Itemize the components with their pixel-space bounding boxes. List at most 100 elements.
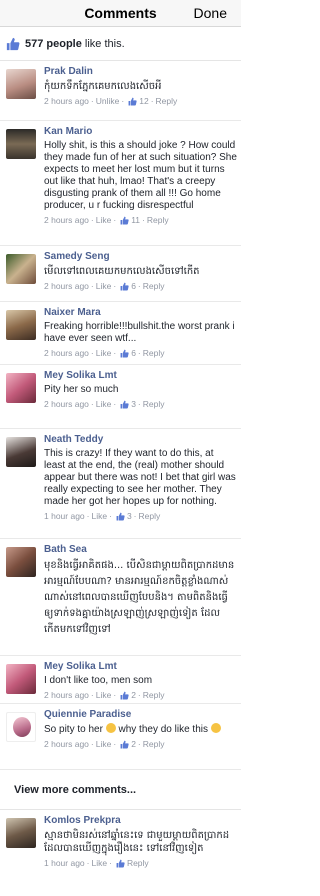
like-count-icon xyxy=(120,691,129,699)
like-count-icon xyxy=(120,349,129,357)
comment-text: Freaking horrible!!!bullshit.the worst p… xyxy=(44,321,235,344)
likes-count-text: 577 people like this. xyxy=(25,38,125,50)
comment-meta: 2 hours ago · Like · 2 · Reply xyxy=(44,739,165,749)
comment-item: Samedy Seng មើលទៅពេលគេយកមកលេងសើចទៅកើត 2 … xyxy=(0,246,241,302)
comment-text-part2: why they do like this xyxy=(118,724,208,735)
commenter-name[interactable]: Samedy Seng xyxy=(44,251,237,263)
comment-time: 2 hours ago xyxy=(44,348,89,358)
comment-time: 2 hours ago xyxy=(44,281,89,291)
comment-time: 1 hour ago xyxy=(44,511,85,521)
comment-time: 2 hours ago xyxy=(44,690,89,700)
comment-meta: 1 hour ago · Like · 3 · Reply xyxy=(44,511,161,521)
commenter-name[interactable]: Prak Dalin xyxy=(44,66,237,78)
reply-button[interactable]: Reply xyxy=(147,215,169,225)
like-count-icon xyxy=(128,97,137,105)
commenter-name[interactable]: Mey Solika Lmt xyxy=(44,370,237,382)
like-count: 12 xyxy=(139,96,149,106)
comment-text-part1: So pity to her xyxy=(44,724,103,735)
like-count: 2 xyxy=(131,739,136,749)
like-button[interactable]: Like xyxy=(96,690,112,700)
comment-item: Naixer Mara Freaking horrible!!!bullshit… xyxy=(0,302,241,365)
nav-bar: Comments Done xyxy=(0,0,241,27)
smile-emoji-icon xyxy=(105,723,116,733)
like-count-icon xyxy=(116,859,125,867)
commenter-name[interactable]: Komlos Prekpra xyxy=(44,815,237,827)
avatar[interactable] xyxy=(6,547,36,577)
like-button[interactable]: Like xyxy=(96,739,112,749)
commenter-name[interactable]: Naixer Mara xyxy=(44,307,237,319)
comment-item: Mey Solika Lmt Pity her so much 2 hours … xyxy=(0,365,241,429)
comment-text: មុខនិងធ្វើអាគិតផង... បើសិនជាម្តាយពិតប្រា… xyxy=(44,560,235,635)
like-button[interactable]: Like xyxy=(96,281,112,291)
comment-item: Neath Teddy This is crazy! If they want … xyxy=(0,429,241,539)
commenter-name[interactable]: Bath Sea xyxy=(44,544,237,556)
comment-text: Pity her so much xyxy=(44,384,119,395)
comment-item: Mey Solika Lmt I don't like too, men som… xyxy=(0,656,241,704)
comment-meta: 2 hours ago · Like · 11 · Reply xyxy=(44,215,169,225)
like-button[interactable]: Like xyxy=(92,511,108,521)
avatar[interactable] xyxy=(6,664,36,694)
worried-emoji-icon xyxy=(210,723,221,733)
avatar[interactable] xyxy=(6,254,36,284)
like-count-icon xyxy=(120,400,129,408)
done-button[interactable]: Done xyxy=(194,5,227,21)
like-button[interactable]: Like xyxy=(96,399,112,409)
like-count: 3 xyxy=(126,511,132,521)
reply-button[interactable]: Reply xyxy=(127,858,149,868)
comment-meta: 2 hours ago · Like · 3 · Reply xyxy=(44,399,165,409)
reply-button[interactable]: Reply xyxy=(143,399,165,409)
thumbs-up-icon xyxy=(6,37,20,50)
reply-button[interactable]: Reply xyxy=(143,739,165,749)
likes-count: 577 people xyxy=(25,37,82,50)
avatar[interactable] xyxy=(6,437,36,467)
like-count: 3 xyxy=(131,399,136,409)
like-button[interactable]: Like xyxy=(96,215,112,225)
comment-item: Bath Sea មុខនិងធ្វើអាគិតផង... បើសិនជាម្ត… xyxy=(0,539,241,656)
like-count-icon xyxy=(116,512,125,520)
comment-text: ស្មានថាមិនរស់នៅឆ្នាំនេះទេ ជាមួយម្តាយពិតប… xyxy=(44,830,230,854)
comment-meta: 2 hours ago · Like · 6 · Reply xyxy=(44,348,165,358)
comment-item: Prak Dalin កុំយកទឹកភ្នែកគេមកលេងសើចអី 2 h… xyxy=(0,61,241,121)
comment-item: Quiennie Paradise So pity to her why the… xyxy=(0,704,241,770)
like-count: 11 xyxy=(131,215,141,225)
unlike-button[interactable]: Unlike xyxy=(96,96,120,106)
comment-time: 2 hours ago xyxy=(44,739,89,749)
comment-time: 2 hours ago xyxy=(44,399,89,409)
avatar[interactable] xyxy=(6,818,36,848)
commenter-name[interactable]: Kan Mario xyxy=(44,126,237,138)
comment-meta: 2 hours ago · Like · 2 · Reply xyxy=(44,690,165,700)
reply-button[interactable]: Reply xyxy=(143,690,165,700)
like-count-icon xyxy=(120,740,129,748)
like-button[interactable]: Like xyxy=(96,348,112,358)
comment-text: កុំយកទឹកភ្នែកគេមកលេងសើចអី xyxy=(44,81,162,92)
likes-suffix: like this. xyxy=(81,37,125,50)
likes-summary[interactable]: 577 people like this. xyxy=(0,27,241,61)
like-count: 6 xyxy=(131,348,136,358)
commenter-name[interactable]: Quiennie Paradise xyxy=(44,709,237,721)
comment-meta: 2 hours ago · Like · 6 · Reply xyxy=(44,281,165,291)
reply-button[interactable]: Reply xyxy=(156,96,178,106)
avatar[interactable] xyxy=(6,373,36,403)
avatar[interactable] xyxy=(6,129,36,159)
comment-item: Kan Mario Holly shit, is this a should j… xyxy=(0,121,241,246)
avatar[interactable] xyxy=(6,69,36,99)
comment-text: I don't like too, men som xyxy=(44,675,153,686)
like-count: 2 xyxy=(131,690,136,700)
like-button[interactable]: Like xyxy=(92,858,108,868)
comment-text: Holly shit, is this a should joke ? How … xyxy=(44,140,237,211)
view-more-comments-button[interactable]: View more comments... xyxy=(0,770,241,810)
avatar[interactable] xyxy=(6,712,36,742)
commenter-name[interactable]: Mey Solika Lmt xyxy=(44,661,237,673)
comment-meta: 1 hour ago · Like · Reply xyxy=(44,858,149,868)
reply-button[interactable]: Reply xyxy=(139,511,161,521)
comment-item: Komlos Prekpra ស្មានថាមិនរស់នៅឆ្នាំនេះទេ… xyxy=(0,810,241,876)
comment-text: This is crazy! If they want to do this, … xyxy=(44,448,236,507)
comment-time: 2 hours ago xyxy=(44,215,89,225)
reply-button[interactable]: Reply xyxy=(143,281,165,291)
comment-time: 1 hour ago xyxy=(44,858,85,868)
comment-meta: 2 hours ago · Unlike · 12 · Reply xyxy=(44,96,178,106)
reply-button[interactable]: Reply xyxy=(143,348,165,358)
commenter-name[interactable]: Neath Teddy xyxy=(44,434,237,446)
comment-text: So pity to her why they do like this xyxy=(44,723,237,736)
avatar[interactable] xyxy=(6,310,36,340)
